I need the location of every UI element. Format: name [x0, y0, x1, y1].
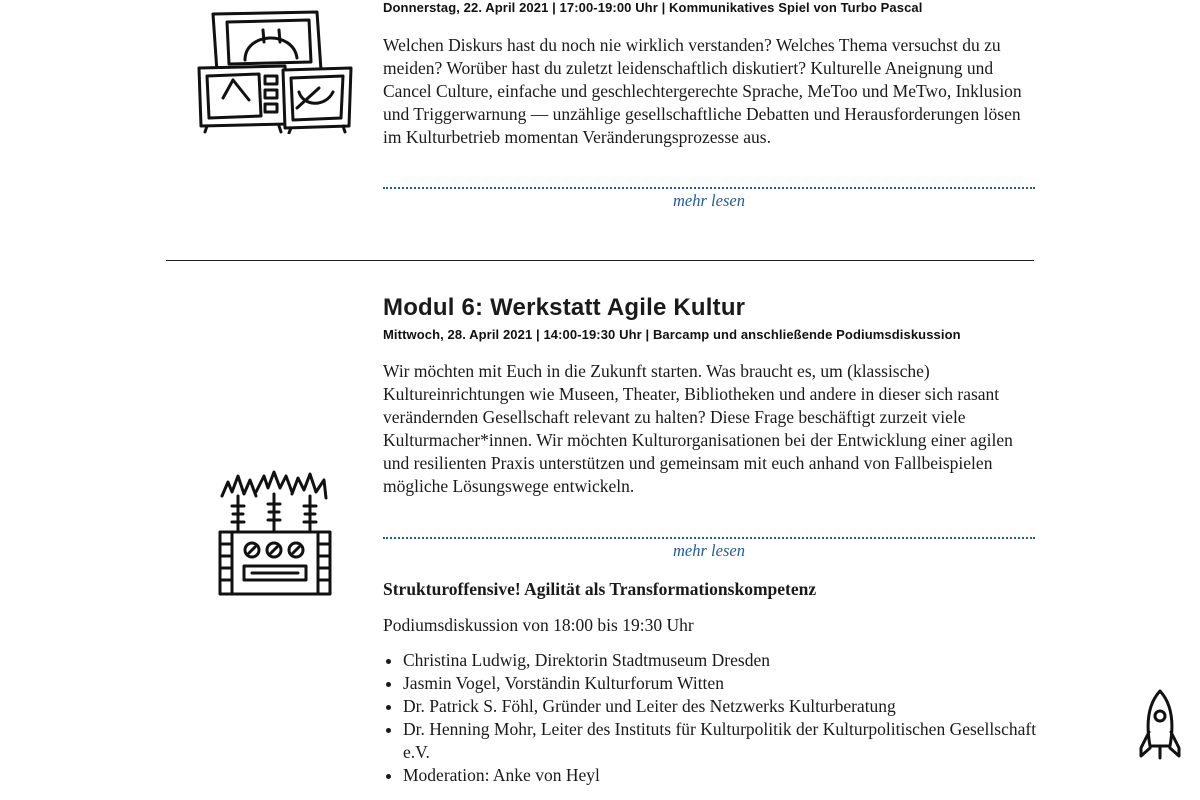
list-item: Moderation: Anke von Heyl [403, 764, 1055, 787]
module5-more-link[interactable]: mehr lesen [383, 191, 1035, 211]
panel-time: Podiumsdiskussion von 18:00 bis 19:30 Uh… [383, 615, 694, 635]
panel-title: Strukturoffensive! Agilität als Transfor… [383, 579, 817, 599]
list-item: Christina Ludwig, Direktorin Stadtmuseum… [403, 649, 1055, 672]
module5-meta: Donnerstag, 22. April 2021 | 17:00-19:00… [383, 0, 923, 15]
module5-dotted-divider [383, 187, 1035, 189]
module6-dotted-divider [383, 537, 1035, 539]
list-item: Dr. Patrick S. Föhl, Gründer und Leiter … [403, 695, 1055, 718]
transformer-sparks-icon [218, 470, 332, 596]
module6-title: Modul 6: Werkstatt Agile Kultur [383, 294, 746, 321]
module6-meta: Mittwoch, 28. April 2021 | 14:00-19:30 U… [383, 327, 961, 342]
retro-tv-stack-icon [197, 10, 353, 134]
list-item: Dr. Henning Mohr, Leiter des Instituts f… [403, 718, 1055, 764]
rocket-icon[interactable] [1138, 688, 1182, 762]
module5-description: Welchen Diskurs hast du noch nie wirklic… [383, 35, 1022, 147]
speaker-list: Christina Ludwig, Direktorin Stadtmuseum… [383, 649, 1055, 787]
list-item: Jasmin Vogel, Vorständin Kulturforum Wit… [403, 672, 1055, 695]
module6-description: Wir möchten mit Euch in die Zukunft star… [383, 361, 1013, 496]
section-divider [166, 260, 1034, 261]
module6-more-link[interactable]: mehr lesen [383, 541, 1035, 561]
